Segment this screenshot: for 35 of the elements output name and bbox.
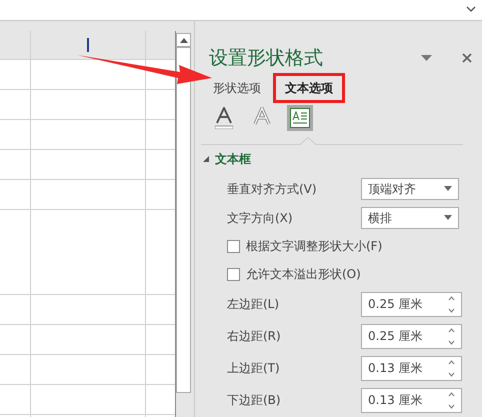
collapse-icon[interactable] — [203, 156, 209, 162]
tab[interactable]: 文本选项 — [273, 73, 345, 103]
spin-field[interactable]: 0.13 厘米 — [361, 388, 462, 412]
spin-arrows-icon[interactable] — [448, 296, 455, 312]
field-label: 文字方向(X) — [227, 210, 294, 226]
up-arrow-icon — [180, 38, 188, 42]
textbox-icon[interactable] — [287, 105, 313, 131]
spin-arrows-icon[interactable] — [448, 328, 455, 344]
dropdown-icon — [444, 215, 452, 220]
field-label: 右边距(R) — [227, 328, 282, 345]
dropdown-icon[interactable] — [421, 55, 432, 61]
field-label: 垂直对齐方式(V) — [227, 180, 318, 198]
cursor-mark — [87, 38, 89, 52]
checkbox[interactable] — [227, 240, 240, 252]
spin-arrows-icon[interactable] — [448, 360, 455, 376]
scroll-up-button[interactable] — [176, 33, 191, 47]
panel-title: 设置形状格式 — [209, 46, 324, 70]
close-icon[interactable] — [462, 53, 472, 63]
chevron-icon[interactable] — [466, 6, 476, 12]
dropdown-icon — [444, 186, 452, 191]
dropdown-field[interactable]: 顶端对齐 — [361, 178, 459, 200]
field-label: 下边距(B) — [227, 392, 282, 409]
scrollbar-thumb[interactable] — [176, 47, 191, 393]
spin-field[interactable]: 0.13 厘米 — [361, 356, 462, 380]
checkbox-label: 根据文字调整形状大小(F) — [246, 238, 382, 255]
tab[interactable]: 形状选项 — [201, 73, 273, 103]
field-label: 左边距(L) — [227, 296, 280, 313]
section-title: 文本框 — [215, 151, 251, 168]
spin-arrows-icon[interactable] — [448, 392, 455, 408]
checkbox[interactable] — [227, 268, 240, 280]
spin-field[interactable]: 0.25 厘米 — [361, 324, 462, 348]
spin-field[interactable]: 0.25 厘米 — [361, 292, 462, 316]
field-label: 上边距(T) — [227, 360, 281, 377]
checkbox-label: 允许文本溢出形状(O) — [246, 266, 361, 283]
dropdown-field[interactable]: 横排 — [361, 206, 459, 228]
